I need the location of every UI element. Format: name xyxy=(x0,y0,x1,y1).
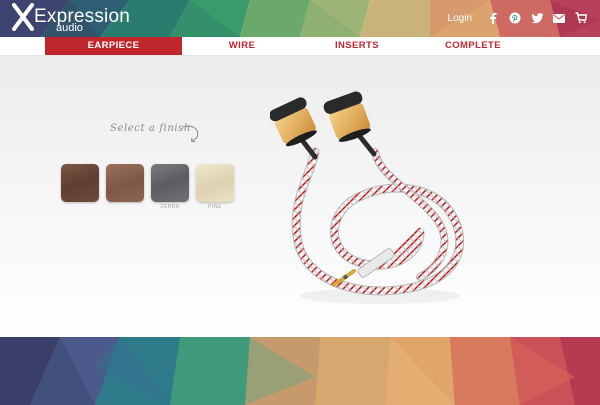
main-configurator: Select a finish ZEBRA PINE xyxy=(0,56,600,337)
tab-wire[interactable]: WIRE xyxy=(182,37,302,55)
logo-x-mark xyxy=(12,3,34,31)
swatch-zebra[interactable] xyxy=(151,164,189,202)
curved-arrow-icon xyxy=(182,125,199,143)
tab-earpiece[interactable]: EARPIECE xyxy=(45,37,182,55)
swatch-label-pine: PINE xyxy=(208,204,222,210)
tab-inserts[interactable]: INSERTS xyxy=(302,37,412,55)
brand-subtitle: audio xyxy=(56,22,83,34)
header-banner: Expression audio Login xyxy=(0,0,600,37)
footer-banner xyxy=(0,337,600,405)
facebook-icon[interactable] xyxy=(486,11,500,25)
pinterest-icon[interactable] xyxy=(508,11,522,25)
earphones-product-image xyxy=(270,91,465,304)
twitter-icon[interactable] xyxy=(530,11,544,25)
configurator-tabs: EARPIECE WIRE INSERTS COMPLETE xyxy=(0,37,600,56)
swatch-rosewood[interactable] xyxy=(106,164,144,202)
swatch-pine[interactable] xyxy=(196,164,234,202)
top-navigation: Login xyxy=(448,9,588,27)
cart-icon[interactable] xyxy=(574,11,588,25)
mail-icon[interactable] xyxy=(552,11,566,25)
login-link[interactable]: Login xyxy=(448,13,472,24)
swatch-label-zebra: ZEBRA xyxy=(160,204,180,210)
tab-complete[interactable]: COMPLETE xyxy=(412,37,534,55)
footer-polygon-background xyxy=(0,337,600,405)
select-finish-prompt: Select a finish xyxy=(110,123,191,134)
swatch-walnut[interactable] xyxy=(61,164,99,202)
